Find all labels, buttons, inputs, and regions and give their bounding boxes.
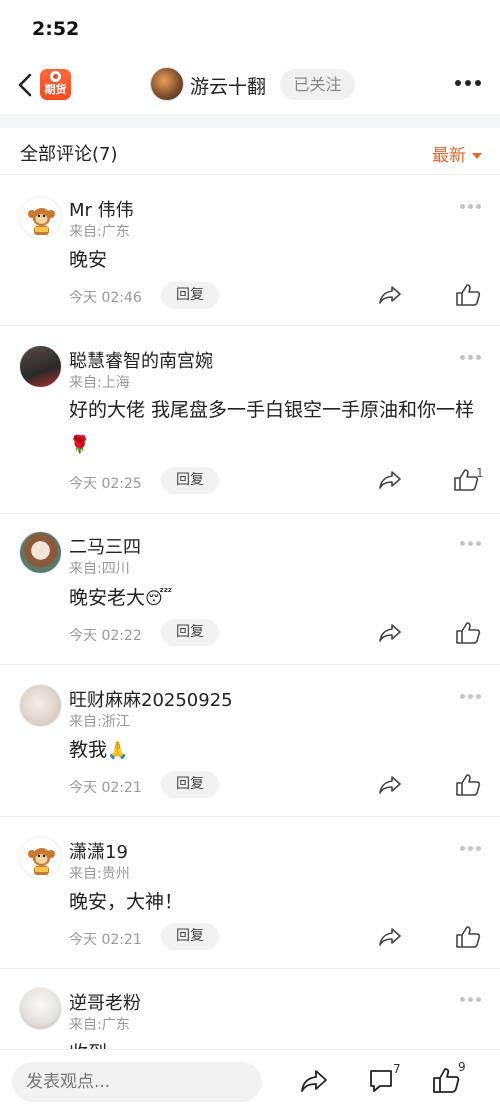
comment-input[interactable]: [12, 1062, 262, 1102]
share-icon[interactable]: [378, 774, 402, 796]
rose-emoji: 🌹: [69, 434, 91, 455]
comment-username[interactable]: 聪慧睿智的南宫婉: [69, 347, 213, 373]
sort-label: 最新: [432, 146, 466, 166]
sleepy-emoji: 😴: [145, 588, 173, 609]
app-badge-label: 期货: [44, 83, 67, 96]
thumbs-up-icon[interactable]: [455, 283, 481, 307]
share-icon[interactable]: [300, 1068, 328, 1094]
comment-item: Mr 伟伟 来自:广东 晚安 今天 02:46 回复: [0, 176, 500, 326]
monkey-avatar-icon: [28, 848, 55, 875]
share-icon[interactable]: [378, 284, 402, 306]
avatar[interactable]: [19, 196, 62, 239]
comment-icon[interactable]: [368, 1068, 394, 1094]
share-icon[interactable]: [378, 469, 402, 491]
avatar[interactable]: [19, 987, 62, 1030]
comment-text: 教我🙏: [69, 733, 479, 768]
comment-more-icon[interactable]: [460, 997, 482, 1003]
like-count: 1: [476, 466, 484, 480]
thumbs-up-icon[interactable]: [455, 773, 481, 797]
comment-time: 今天 02:21: [69, 932, 142, 948]
reply-button[interactable]: 回复: [161, 923, 219, 950]
comment-item: 逆哥老粉 来自:广东 收到: [0, 970, 500, 1049]
comments-title: 全部评论(7): [20, 144, 118, 165]
avatar[interactable]: [19, 531, 62, 574]
bottom-action-bar: 7 9: [0, 1049, 500, 1113]
sort-dropdown[interactable]: 最新: [432, 141, 482, 166]
status-bar: 2:52: [0, 0, 500, 58]
comment-location: 来自:贵州: [69, 866, 130, 882]
comment-text: 晚安老大😴: [69, 581, 479, 616]
thumbs-up-icon[interactable]: [455, 621, 481, 645]
host-avatar[interactable]: [150, 67, 184, 101]
comment-username[interactable]: 二马三四: [69, 533, 141, 559]
reply-button[interactable]: 回复: [161, 467, 219, 494]
share-icon[interactable]: [378, 622, 402, 644]
comment-text: 好的大佬 我尾盘多一手白银空一手原油和你一样🌹: [69, 393, 479, 462]
comment-more-icon[interactable]: [460, 541, 482, 547]
comment-location: 来自:广东: [69, 224, 130, 240]
caret-down-icon: [472, 153, 482, 159]
avatar[interactable]: [19, 836, 62, 879]
comment-time: 今天 02:22: [69, 628, 142, 644]
follow-button[interactable]: 已关注: [280, 69, 355, 100]
comment-more-icon[interactable]: [460, 694, 482, 700]
reply-button[interactable]: 回复: [161, 282, 219, 309]
comment-location: 来自:广东: [69, 1017, 130, 1033]
thumbs-up-icon[interactable]: [432, 1066, 460, 1094]
like-count: 9: [458, 1060, 466, 1074]
host-name[interactable]: 游云十翻: [190, 72, 266, 99]
comment-text: 收到: [69, 1036, 479, 1049]
comment-username[interactable]: 潇潇19: [69, 838, 128, 864]
back-arrow-icon[interactable]: [14, 70, 38, 100]
reply-button[interactable]: 回复: [161, 619, 219, 646]
comment-time: 今天 02:46: [69, 290, 142, 306]
status-time: 2:52: [32, 18, 80, 40]
praying-hands-emoji: 🙏: [107, 740, 129, 761]
top-nav: 期货 游云十翻 已关注: [0, 58, 500, 114]
avatar[interactable]: [19, 345, 62, 388]
comment-username[interactable]: 逆哥老粉: [69, 989, 141, 1015]
comment-username[interactable]: 旺财麻麻20250925: [69, 686, 233, 712]
comment-more-icon[interactable]: [460, 846, 482, 852]
reply-button[interactable]: 回复: [161, 771, 219, 798]
comment-location: 来自:浙江: [69, 714, 130, 730]
comment-location: 来自:四川: [69, 561, 130, 577]
app-badge[interactable]: 期货: [40, 69, 71, 100]
comment-item: 二马三四 来自:四川 晚安老大😴 今天 02:22 回复: [0, 515, 500, 665]
comment-count: 7: [393, 1062, 401, 1076]
thumbs-up-icon[interactable]: [455, 925, 481, 949]
comment-item: 潇潇19 来自:贵州 晚安，大神！ 今天 02:21 回复: [0, 818, 500, 969]
comment-time: 今天 02:21: [69, 780, 142, 796]
comment-item: 旺财麻麻20250925 来自:浙江 教我🙏 今天 02:21 回复: [0, 666, 500, 817]
comment-item: 聪慧睿智的南宫婉 来自:上海 好的大佬 我尾盘多一手白银空一手原油和你一样🌹 今…: [0, 327, 500, 514]
share-icon[interactable]: [378, 926, 402, 948]
more-options-icon[interactable]: [455, 80, 483, 88]
comment-username[interactable]: Mr 伟伟: [69, 196, 134, 222]
comments-header: 全部评论(7) 最新: [0, 128, 500, 175]
comment-location: 来自:上海: [69, 375, 130, 391]
comment-time: 今天 02:25: [69, 476, 142, 492]
avatar[interactable]: [19, 684, 62, 727]
section-divider: [0, 114, 500, 128]
comment-text: 晚安，大神！: [69, 891, 184, 913]
comment-more-icon[interactable]: [460, 204, 482, 210]
comment-more-icon[interactable]: [460, 355, 482, 361]
comment-text: 晚安: [69, 249, 108, 271]
monkey-avatar-icon: [28, 208, 55, 235]
